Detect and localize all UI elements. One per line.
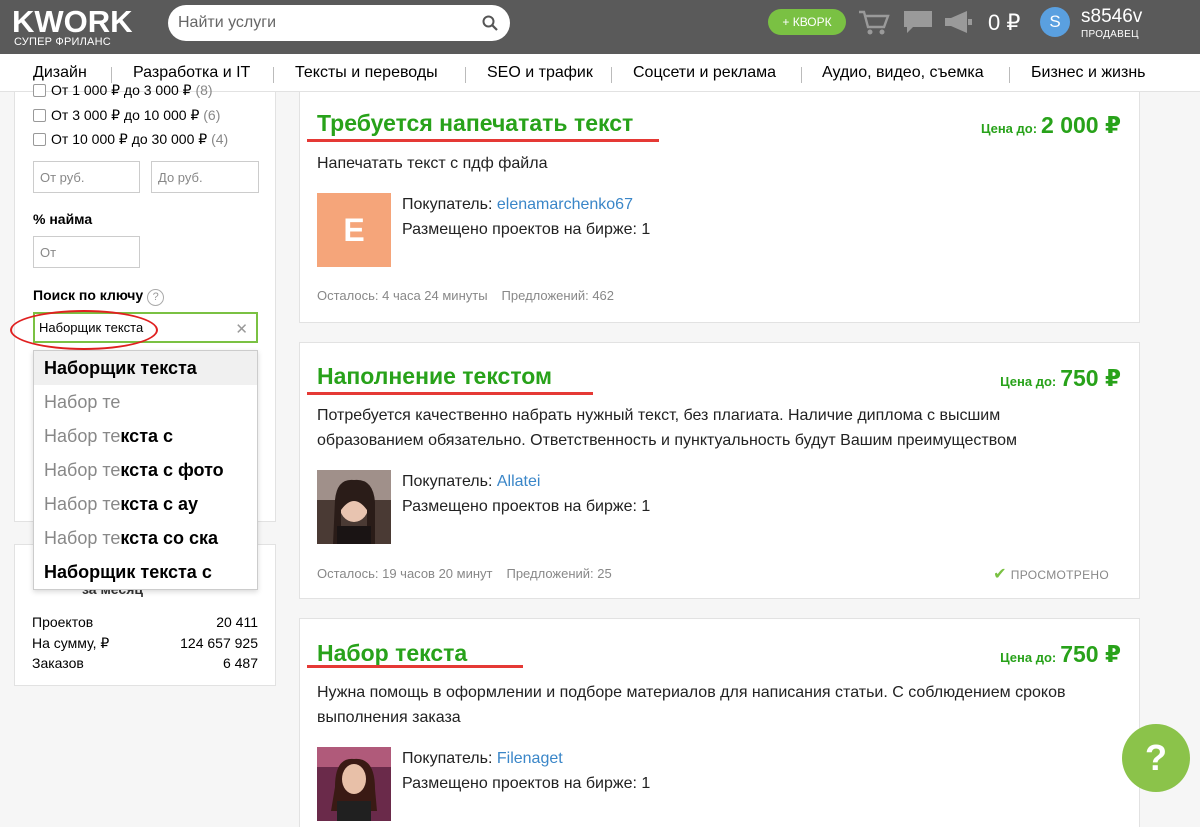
- stats-row: На сумму, ₽124 657 925: [32, 635, 258, 651]
- category-development[interactable]: Разработка и IT: [133, 64, 250, 82]
- viewed-badge: ✔ ПРОСМОТРЕНО: [993, 566, 1109, 583]
- checkbox[interactable]: [33, 84, 46, 97]
- category-business[interactable]: Бизнес и жизнь: [1031, 64, 1145, 82]
- category-separator: [273, 67, 274, 83]
- category-separator: [801, 67, 802, 83]
- autocomplete-dropdown: Наборщик текста Набор те Набор текста с …: [33, 350, 258, 590]
- project-price: Цена до: 750 ₽: [1000, 365, 1121, 391]
- category-media[interactable]: Аудио, видео, съемка: [822, 64, 984, 82]
- search-icon[interactable]: [482, 15, 498, 31]
- price-to-input[interactable]: До руб.: [151, 161, 259, 193]
- project-description: Нужна помощь в оформлении и подборе мате…: [317, 684, 1066, 726]
- annotation-circle: [10, 310, 158, 350]
- suggestion-item[interactable]: Наборщик текста с: [34, 555, 257, 589]
- buyer-projects-count: Размещено проектов на бирже: 1: [402, 221, 651, 238]
- help-question-icon[interactable]: ?: [147, 289, 165, 306]
- category-separator: [1009, 67, 1010, 83]
- checkbox[interactable]: [33, 133, 46, 146]
- checkbox[interactable]: [33, 109, 46, 122]
- suggestion-item[interactable]: Набор те: [34, 385, 257, 419]
- category-design[interactable]: Дизайн: [33, 64, 87, 82]
- project-meta: Осталось: 19 часов 20 минут Предложений: …: [317, 566, 612, 581]
- category-texts[interactable]: Тексты и переводы: [295, 64, 438, 82]
- buyer-line: Покупатель: Allatei: [402, 473, 541, 490]
- kwork-logo[interactable]: KWORK СУПЕР ФРИЛАНС: [12, 4, 152, 50]
- project-description: Напечатать текст с пдф файла: [317, 155, 548, 172]
- category-separator: [111, 67, 112, 83]
- buyer-link[interactable]: Filenaget: [497, 750, 563, 767]
- account-balance[interactable]: 0 ₽: [988, 10, 1020, 36]
- project-title[interactable]: Наполнение текстом: [317, 363, 552, 390]
- stats-row: Заказов 6 487: [32, 655, 258, 671]
- logo-subtitle: СУПЕР ФРИЛАНС: [14, 36, 111, 48]
- project-card: Требуется напечатать текст Цена до: 2 000…: [299, 92, 1140, 323]
- project-title[interactable]: Набор текста: [317, 640, 467, 667]
- buyer-avatar-photo[interactable]: [317, 470, 391, 544]
- category-separator: [611, 67, 612, 83]
- logo-text: KWORK: [12, 4, 133, 39]
- hire-percent-label: % найма: [33, 211, 93, 227]
- project-title[interactable]: Требуется напечатать текст: [317, 110, 633, 137]
- user-avatar[interactable]: S: [1040, 7, 1070, 37]
- buyer-link[interactable]: elenamarchenko67: [497, 196, 633, 213]
- key-search-label: Поиск по ключу?: [33, 287, 165, 306]
- annotation-underline: [307, 392, 593, 395]
- buyer-line: Покупатель: Filenaget: [402, 750, 563, 767]
- buyer-line: Покупатель: elenamarchenko67: [402, 196, 633, 213]
- project-meta: Осталось: 4 часа 24 минуты Предложений: 4…: [317, 288, 615, 303]
- messages-icon[interactable]: [903, 10, 933, 34]
- suggestion-item[interactable]: Набор текста с ау: [34, 487, 257, 521]
- project-description: Потребуется качественно набрать нужный т…: [317, 407, 1017, 449]
- suggestion-item[interactable]: Набор текста с фото: [34, 453, 257, 487]
- buyer-projects-count: Размещено проектов на бирже: 1: [402, 775, 651, 792]
- top-header: KWORK СУПЕР ФРИЛАНС + КВОРК 0 ₽ S s8546v…: [0, 0, 1200, 54]
- price-filter-option[interactable]: От 3 000 ₽ до 10 000 ₽ (6): [33, 107, 220, 124]
- project-card: Набор текста Цена до: 750 ₽ Нужна помощь …: [299, 618, 1140, 827]
- category-separator: [465, 67, 466, 83]
- annotation-underline: [307, 139, 659, 142]
- search-input[interactable]: [178, 12, 478, 34]
- service-search: [168, 5, 510, 41]
- price-from-input[interactable]: От руб.: [33, 161, 140, 193]
- user-role: ПРОДАВЕЦ: [1081, 29, 1139, 40]
- annotation-underline: [307, 665, 523, 668]
- buyer-link[interactable]: Allatei: [497, 473, 541, 490]
- price-filter-option[interactable]: От 10 000 ₽ до 30 000 ₽ (4): [33, 131, 228, 148]
- category-social[interactable]: Соцсети и реклама: [633, 64, 776, 82]
- price-filter-option[interactable]: От 1 000 ₽ до 3 000 ₽ (8): [33, 82, 213, 99]
- buyer-avatar-photo[interactable]: [317, 747, 391, 821]
- help-button[interactable]: ?: [1122, 724, 1190, 792]
- project-price: Цена до: 2 000 ₽: [980, 112, 1121, 138]
- username[interactable]: s8546v: [1081, 6, 1142, 28]
- buyer-projects-count: Размещено проектов на бирже: 1: [402, 498, 651, 515]
- project-price: Цена до: 750 ₽: [1000, 641, 1121, 667]
- suggestion-item[interactable]: Набор текста с: [34, 419, 257, 453]
- check-icon: ✔: [993, 566, 1007, 583]
- cart-icon[interactable]: [858, 10, 890, 36]
- clear-icon[interactable]: ✕: [235, 320, 248, 338]
- buyer-avatar[interactable]: E: [317, 193, 391, 267]
- category-seo[interactable]: SEO и трафик: [487, 64, 593, 82]
- create-kwork-button[interactable]: + КВОРК: [768, 9, 846, 35]
- suggestion-item[interactable]: Наборщик текста: [34, 351, 257, 385]
- suggestion-item[interactable]: Набор текста со ска: [34, 521, 257, 555]
- project-card: Наполнение текстом Цена до: 750 ₽ Потребу…: [299, 342, 1140, 599]
- notifications-megaphone-icon[interactable]: [943, 10, 973, 34]
- stats-row: Проектов 20 411: [32, 614, 258, 630]
- hire-percent-input[interactable]: От: [33, 236, 140, 268]
